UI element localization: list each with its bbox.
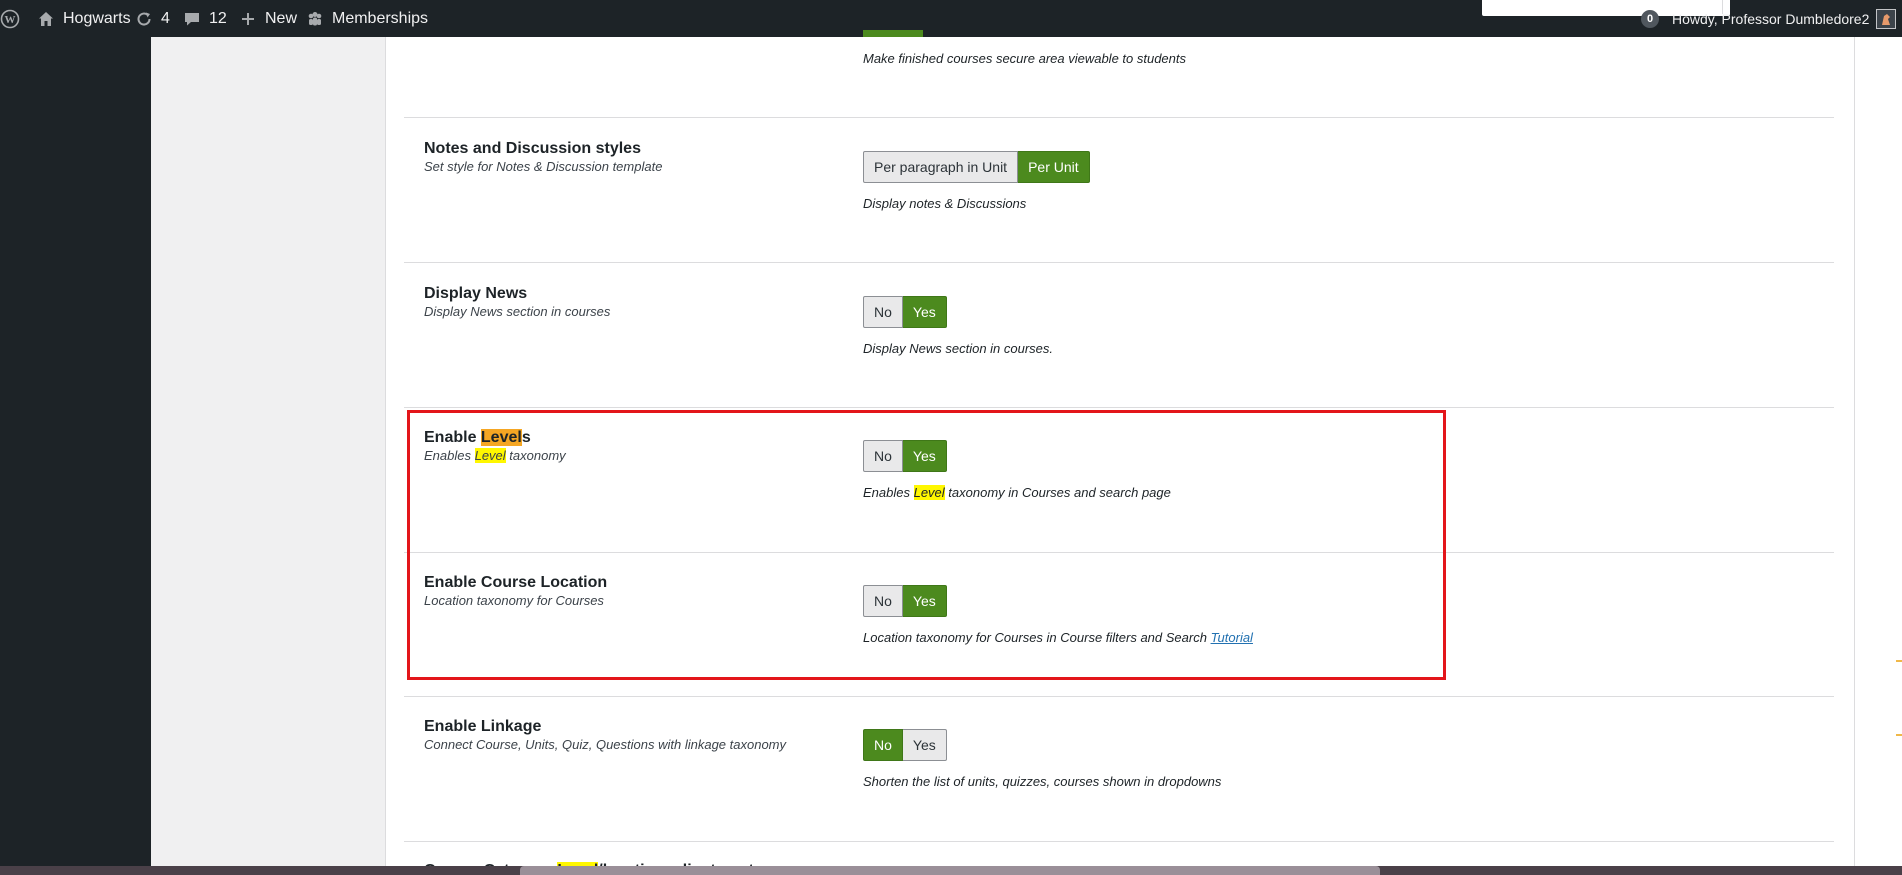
bottom-overlay-bar (0, 866, 1902, 875)
display-news-subtitle: Display News section in courses (424, 304, 611, 319)
site-name: Hogwarts (63, 9, 131, 27)
display-news-description: Display News section in courses. (863, 341, 1054, 356)
avatar (1876, 8, 1897, 29)
admin-bar: W Hogwarts 4 12 New Memberships 0 Howdy,… (0, 0, 1902, 37)
secure-area-toggle-partial[interactable] (863, 30, 923, 37)
right-gutter (1855, 37, 1902, 875)
notifications-link[interactable]: 0 (1641, 0, 1659, 37)
setting-row-notes-discussion: Notes and Discussion styles Set style fo… (404, 118, 1834, 262)
new-label: New (265, 9, 298, 27)
notifications-count: 0 (1641, 9, 1659, 28)
home-icon (36, 9, 56, 29)
updates-icon (134, 9, 154, 29)
linkage-description: Shorten the list of units, quizzes, cour… (863, 774, 1222, 789)
display-news-toggle: No Yes (863, 296, 947, 328)
new-content-link[interactable]: New (238, 0, 297, 37)
secure-area-description: Make finished courses secure area viewab… (863, 51, 1187, 66)
notes-discussion-subtitle: Set style for Notes & Discussion templat… (424, 159, 663, 174)
scrollbar-marker (1896, 734, 1902, 736)
setting-row-linkage: Enable Linkage Connect Course, Units, Qu… (404, 697, 1834, 841)
memberships-label: Memberships (332, 9, 429, 27)
svg-text:W: W (5, 14, 16, 26)
notes-discussion-title: Notes and Discussion styles (424, 140, 641, 157)
comments-count: 12 (209, 9, 227, 27)
updates-count: 4 (161, 9, 170, 27)
row-divider (404, 841, 1834, 842)
wordpress-logo[interactable]: W (0, 0, 20, 37)
updates-link[interactable]: 4 (134, 0, 170, 37)
site-name-link[interactable]: Hogwarts (36, 0, 131, 37)
notes-discussion-description: Display notes & Discussions (863, 196, 1027, 211)
wordpress-icon: W (0, 9, 20, 29)
comment-icon (182, 9, 202, 29)
option-per-unit[interactable]: Per Unit (1018, 151, 1090, 183)
option-no[interactable]: No (863, 296, 903, 328)
option-no[interactable]: No (863, 729, 903, 761)
display-news-title: Display News (424, 285, 528, 302)
option-per-paragraph[interactable]: Per paragraph in Unit (863, 151, 1019, 183)
my-account-link[interactable]: Howdy, Professor Dumbledore2 (1672, 0, 1897, 37)
linkage-title: Enable Linkage (424, 718, 542, 735)
memberships-icon (305, 9, 325, 29)
option-yes[interactable]: Yes (902, 729, 947, 761)
option-yes[interactable]: Yes (902, 296, 947, 328)
scrollbar-marker (1896, 660, 1902, 662)
notes-discussion-toggle: Per paragraph in Unit Per Unit (863, 151, 1090, 183)
comments-link[interactable]: 12 (182, 0, 227, 37)
memberships-link[interactable]: Memberships (305, 0, 428, 37)
linkage-toggle: No Yes (863, 729, 947, 761)
admin-sidebar (0, 37, 151, 875)
bottom-overlay-segment (520, 866, 1380, 875)
setting-row-display-news: Display News Display News section in cou… (404, 263, 1834, 407)
linkage-subtitle: Connect Course, Units, Quiz, Questions w… (424, 737, 787, 752)
greeting-text: Howdy, Professor Dumbledore2 (1672, 10, 1870, 27)
setting-row-secure-area: Make finished courses secure area viewab… (404, 37, 1834, 117)
annotation-highlight-box (407, 410, 1446, 680)
plus-icon (238, 9, 258, 29)
